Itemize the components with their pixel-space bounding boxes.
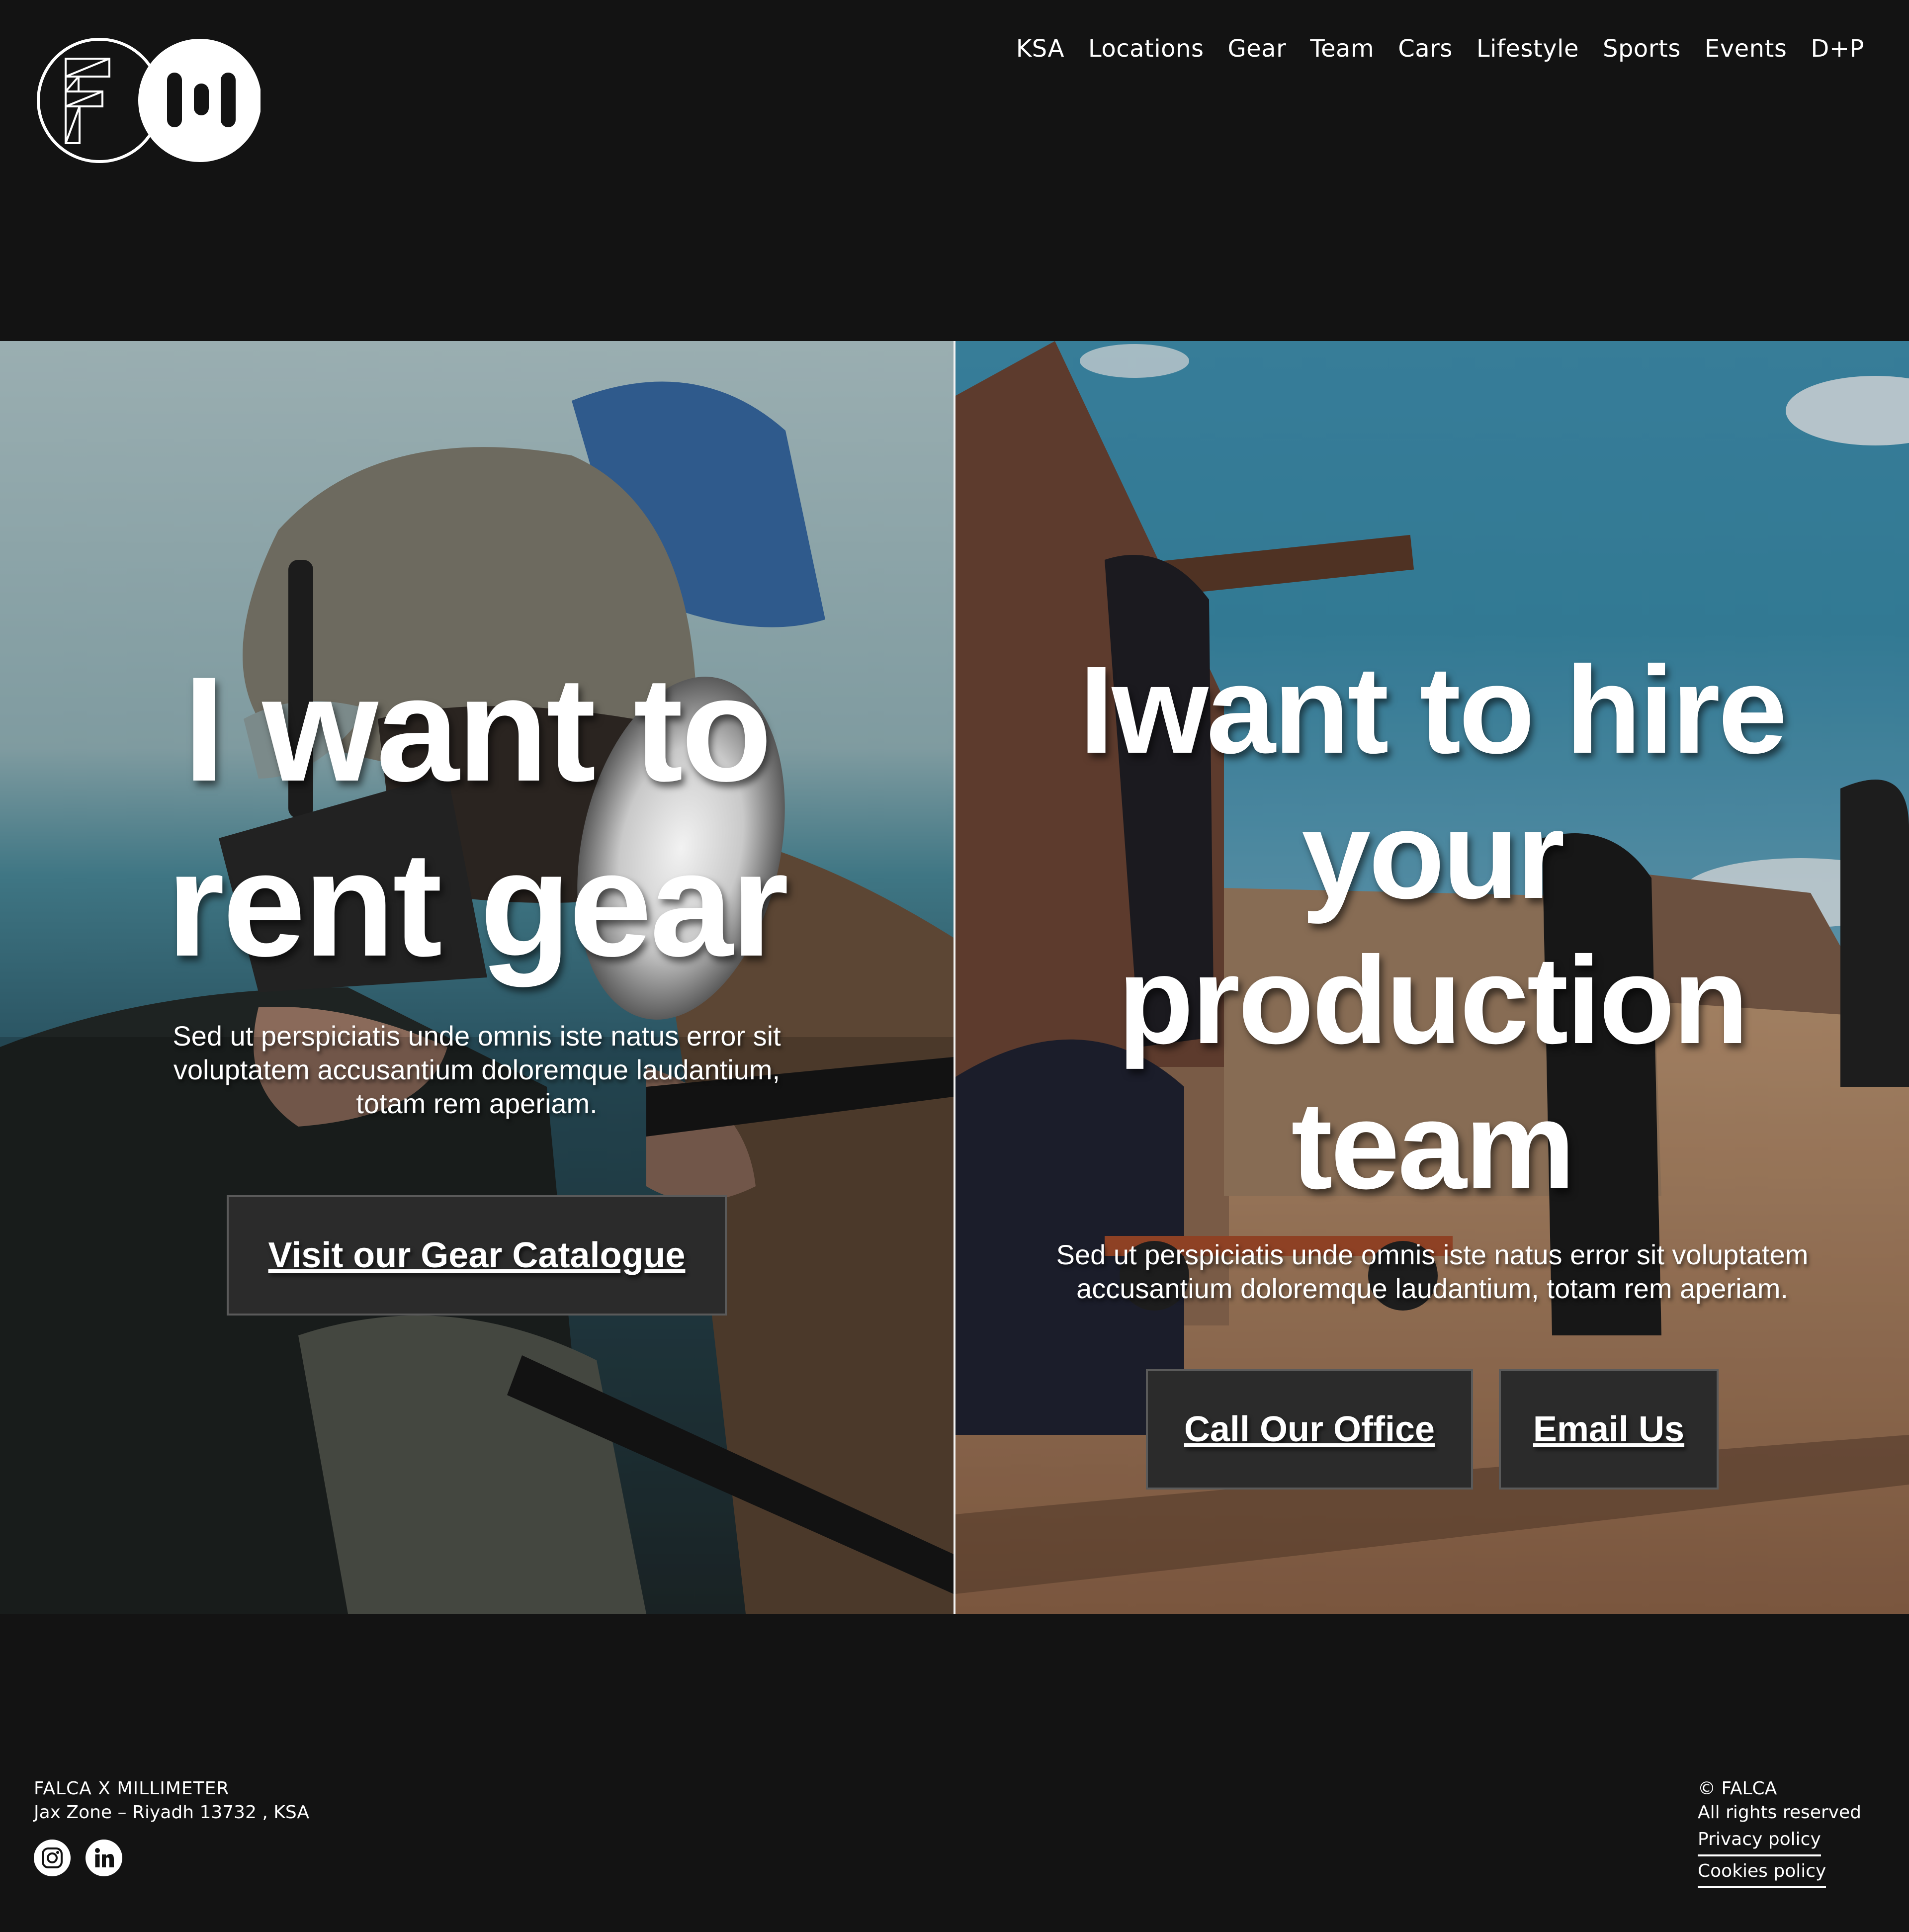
hire-team-headline: Iwant to hire your production team (1044, 637, 1820, 1218)
nav-cars[interactable]: Cars (1398, 31, 1453, 67)
nav-sports[interactable]: Sports (1603, 31, 1681, 67)
logo[interactable] (36, 34, 261, 166)
headline-line: team (1291, 1076, 1575, 1215)
rights-reserved: All rights reserved (1698, 1802, 1862, 1823)
privacy-policy-link[interactable]: Privacy policy (1698, 1828, 1821, 1856)
nav-team[interactable]: Team (1310, 31, 1374, 67)
copyright: © FALCA (1698, 1778, 1777, 1799)
hero-section: I want to rent gear Sed ut perspiciatis … (0, 341, 1909, 1614)
company-address: Jax Zone – Riyadh 13732 , KSA (34, 1802, 310, 1823)
rent-gear-description: Sed ut perspiciatis unde omnis iste natu… (173, 1020, 781, 1119)
hire-team-description: Sed ut perspiciatis unde omnis iste natu… (1056, 1239, 1809, 1304)
headline-line: I want to (183, 645, 773, 812)
nav-lifestyle[interactable]: Lifestyle (1476, 31, 1579, 67)
nav-events[interactable]: Events (1705, 31, 1787, 67)
gear-catalogue-button[interactable]: Visit our Gear Catalogue (227, 1195, 727, 1316)
nav-dp[interactable]: D+P (1811, 31, 1864, 67)
nav-locations[interactable]: Locations (1088, 31, 1204, 67)
footer-legal: © FALCA All rights reserved Privacy poli… (1698, 1777, 1861, 1888)
social-links (34, 1840, 309, 1876)
main-nav: KSA Locations Gear Team Cars Lifestyle S… (1016, 31, 1864, 67)
hire-team-content: Iwant to hire your production team Sed u… (955, 637, 1909, 1490)
email-us-button[interactable]: Email Us (1499, 1369, 1719, 1490)
nav-gear[interactable]: Gear (1227, 31, 1286, 67)
rent-gear-content: I want to rent gear Sed ut perspiciatis … (0, 641, 954, 1316)
call-office-button[interactable]: Call Our Office (1146, 1369, 1473, 1490)
rent-gear-panel: I want to rent gear Sed ut perspiciatis … (0, 341, 954, 1614)
headline-line: production (1118, 931, 1748, 1069)
instagram-link[interactable] (34, 1840, 71, 1876)
company-name: FALCA X MILLIMETER (34, 1778, 230, 1799)
nav-ksa[interactable]: KSA (1016, 31, 1064, 67)
headline-line: rent gear (167, 820, 789, 987)
cookies-policy-link[interactable]: Cookies policy (1698, 1859, 1826, 1888)
rent-gear-headline: I want to rent gear (0, 641, 954, 991)
linkedin-link[interactable] (86, 1840, 122, 1876)
headline-line: your (1302, 786, 1565, 924)
instagram-icon (42, 1847, 63, 1868)
linkedin-icon (95, 1848, 114, 1867)
hire-team-panel: Iwant to hire your production team Sed u… (955, 341, 1909, 1614)
headline-line: Iwant to hire (1079, 640, 1787, 779)
footer-company-info: FALCA X MILLIMETER Jax Zone – Riyadh 137… (34, 1777, 309, 1876)
falca-millimeter-logo-icon (37, 38, 261, 163)
